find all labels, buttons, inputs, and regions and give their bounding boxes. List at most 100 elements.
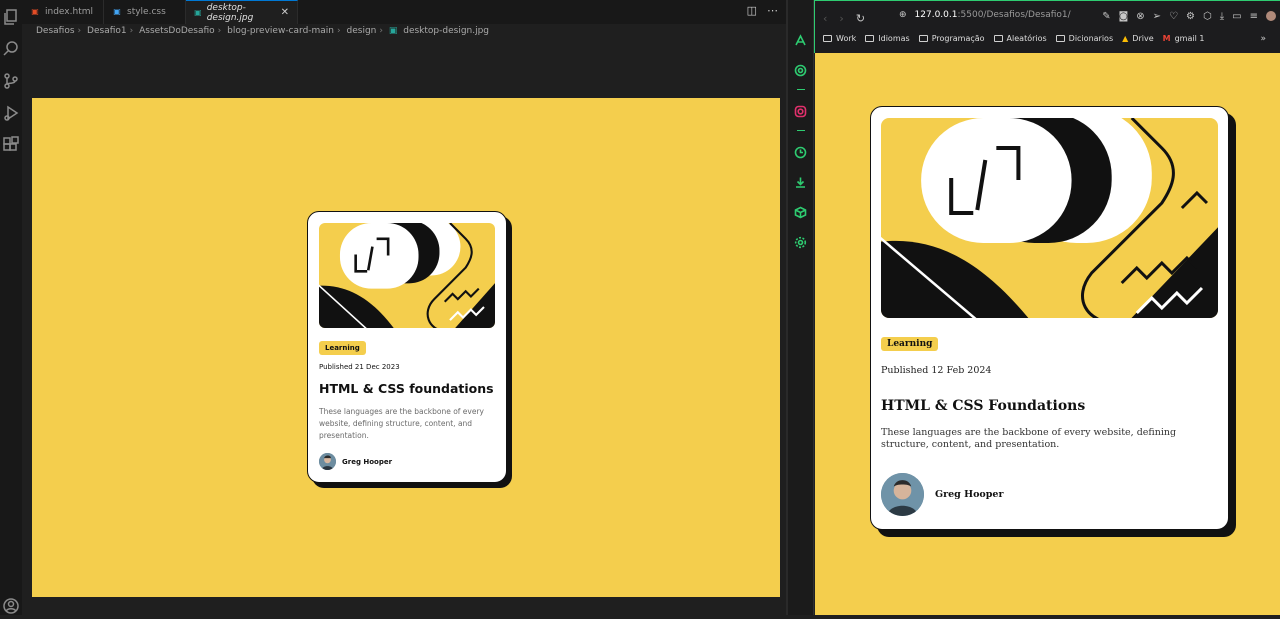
bookmark-drive[interactable]: ▲ Drive: [1122, 34, 1153, 43]
activity-bar: [0, 0, 22, 615]
instagram-icon[interactable]: [794, 103, 807, 118]
site-info-icon[interactable]: ⊕: [899, 10, 907, 20]
tab-desktop-design[interactable]: ▣ desktop-design.jpg ✕: [186, 0, 298, 24]
card-illustration: [881, 118, 1218, 318]
edit-icon[interactable]: ✎: [1102, 11, 1110, 22]
camera-icon[interactable]: ◙: [1119, 11, 1129, 22]
bookmark-programacao[interactable]: Programação: [918, 34, 985, 43]
bookmark-idiomas[interactable]: Idiomas: [865, 34, 910, 43]
account-icon[interactable]: [2, 597, 20, 615]
reload-icon[interactable]: ↻: [856, 12, 865, 25]
tab-label: index.html: [45, 7, 93, 17]
folder-icon: [865, 35, 875, 42]
url-host: 127.0.0.1: [914, 10, 958, 20]
back-icon[interactable]: ‹: [823, 12, 827, 25]
menu-icon[interactable]: ≡: [1250, 11, 1258, 22]
browser-sidebar: [788, 0, 814, 615]
bookmarks-bar: Work Idiomas Programação Aleatórios Dici…: [823, 34, 1204, 43]
extensions-cube-icon[interactable]: ⬡: [1203, 11, 1212, 22]
category-tag: Learning: [881, 337, 939, 351]
history-icon[interactable]: [794, 144, 807, 159]
settings-icon[interactable]: [794, 234, 807, 249]
box-icon[interactable]: [794, 204, 807, 219]
more-actions-icon[interactable]: ⋯: [767, 4, 778, 17]
chevron-right-icon: ›: [379, 26, 383, 36]
folder-icon: [823, 35, 832, 42]
rendered-page: Learning Published 12 Feb 2024 HTML & CS…: [815, 53, 1280, 615]
tab-bar: ▣ index.html ▣ style.css ▣ desktop-desig…: [22, 0, 786, 24]
explorer-icon[interactable]: [2, 8, 20, 26]
breadcrumb-item[interactable]: Desafio1: [87, 26, 127, 36]
heart-icon[interactable]: ♡: [1169, 11, 1178, 22]
search-icon[interactable]: [2, 40, 20, 58]
split-editor-icon[interactable]: ◫: [747, 4, 757, 17]
breadcrumb: Desafios › Desafio1 › AssetsDoDesafio › blo…: [36, 26, 492, 36]
category-tag: Learning: [319, 341, 366, 355]
tab-label: desktop-design.jpg: [206, 2, 254, 23]
chevron-right-icon: ›: [337, 26, 341, 36]
browser-window: ‹ › ↻ ⊕ 127.0.0.1 :5500/Desafios/Desafio…: [788, 0, 1280, 615]
breadcrumb-item[interactable]: desktop-design.jpg: [403, 26, 489, 36]
bookmark-work[interactable]: Work: [823, 34, 856, 43]
image-file-icon: ▣: [194, 7, 202, 17]
avatar: [881, 473, 924, 516]
address-bar[interactable]: ⊕ 127.0.0.1 :5500/Desafios/Desafio1/: [899, 10, 1071, 20]
folder-icon: [1055, 35, 1065, 42]
folder-icon: [993, 35, 1003, 42]
bookmark-dicionarios[interactable]: Dicionarios: [1055, 34, 1113, 43]
sidebar-divider: [797, 89, 805, 90]
send-icon[interactable]: ➢: [1153, 11, 1161, 22]
battery-icon[interactable]: ▭: [1232, 11, 1241, 22]
sidebar-divider: [797, 130, 805, 131]
chatgpt-icon[interactable]: [794, 62, 807, 77]
bookmarks-overflow-icon[interactable]: »: [1260, 34, 1266, 44]
breadcrumb-item[interactable]: design: [347, 26, 377, 36]
run-debug-icon[interactable]: [2, 104, 20, 122]
blog-preview-card: Learning Published 12 Feb 2024 HTML & CS…: [870, 106, 1229, 530]
easy-setup-icon[interactable]: ⚙: [1186, 11, 1195, 22]
breadcrumb-item[interactable]: Desafios: [36, 26, 75, 36]
nav-buttons: ‹ › ↻: [823, 12, 865, 25]
browser-toolbar: ‹ › ↻ ⊕ 127.0.0.1 :5500/Desafios/Desafio…: [814, 0, 1280, 53]
card-description: These languages are the backbone of ever…: [319, 407, 484, 440]
bookmark-gmail[interactable]: Mgmail 1: [1163, 34, 1205, 43]
vscode-window: ▣ index.html ▣ style.css ▣ desktop-desig…: [0, 0, 786, 615]
gmail-icon: M: [1162, 34, 1171, 43]
profile-avatar[interactable]: [1266, 11, 1276, 21]
editor-actions: ◫ ⋯: [747, 4, 778, 17]
folder-icon: [918, 35, 928, 42]
html-file-icon: ▣: [31, 7, 39, 16]
bookmark-aleatorios[interactable]: Aleatórios: [993, 34, 1047, 43]
chevron-right-icon: ›: [217, 26, 222, 36]
aria-icon[interactable]: [794, 32, 807, 46]
download-toolbar-icon[interactable]: ⤓: [1220, 11, 1224, 22]
card-title: HTML & CSS foundations: [319, 381, 494, 396]
forward-icon[interactable]: ›: [839, 12, 843, 25]
avatar: [319, 453, 336, 470]
toolbar-actions: ✎ ◙ ⊗ ➢ ♡ ⚙ ⬡ ⤓ ▭ ≡: [1102, 11, 1276, 22]
tab-index-html[interactable]: ▣ index.html: [22, 0, 104, 24]
author: Greg Hooper: [319, 453, 392, 470]
tab-style-css[interactable]: ▣ style.css: [104, 0, 186, 24]
css-file-icon: ▣: [113, 7, 121, 16]
published-date: Published 21 Dec 2023: [319, 363, 400, 371]
author: Greg Hooper: [881, 473, 1003, 516]
author-name: Greg Hooper: [935, 489, 1004, 500]
download-icon[interactable]: [794, 174, 807, 188]
chevron-right-icon: ›: [129, 26, 134, 36]
image-preview: Learning Published 21 Dec 2023 HTML & CS…: [32, 98, 780, 597]
design-card: Learning Published 21 Dec 2023 HTML & CS…: [307, 211, 507, 483]
extensions-icon[interactable]: [2, 136, 20, 154]
card-title[interactable]: HTML & CSS Foundations: [881, 398, 1085, 414]
google-drive-icon: ▲: [1122, 34, 1129, 43]
tab-label: style.css: [127, 7, 166, 17]
card-illustration: [319, 223, 495, 328]
card-description: These languages are the backbone of ever…: [881, 427, 1177, 450]
source-control-icon[interactable]: [2, 72, 20, 90]
breadcrumb-item[interactable]: AssetsDoDesafio: [139, 26, 215, 36]
close-icon[interactable]: ✕: [281, 7, 289, 18]
breadcrumb-item[interactable]: blog-preview-card-main: [227, 26, 334, 36]
published-date: Published 12 Feb 2024: [881, 365, 992, 376]
block-icon[interactable]: ⊗: [1136, 11, 1144, 22]
author-name: Greg Hooper: [342, 457, 393, 466]
